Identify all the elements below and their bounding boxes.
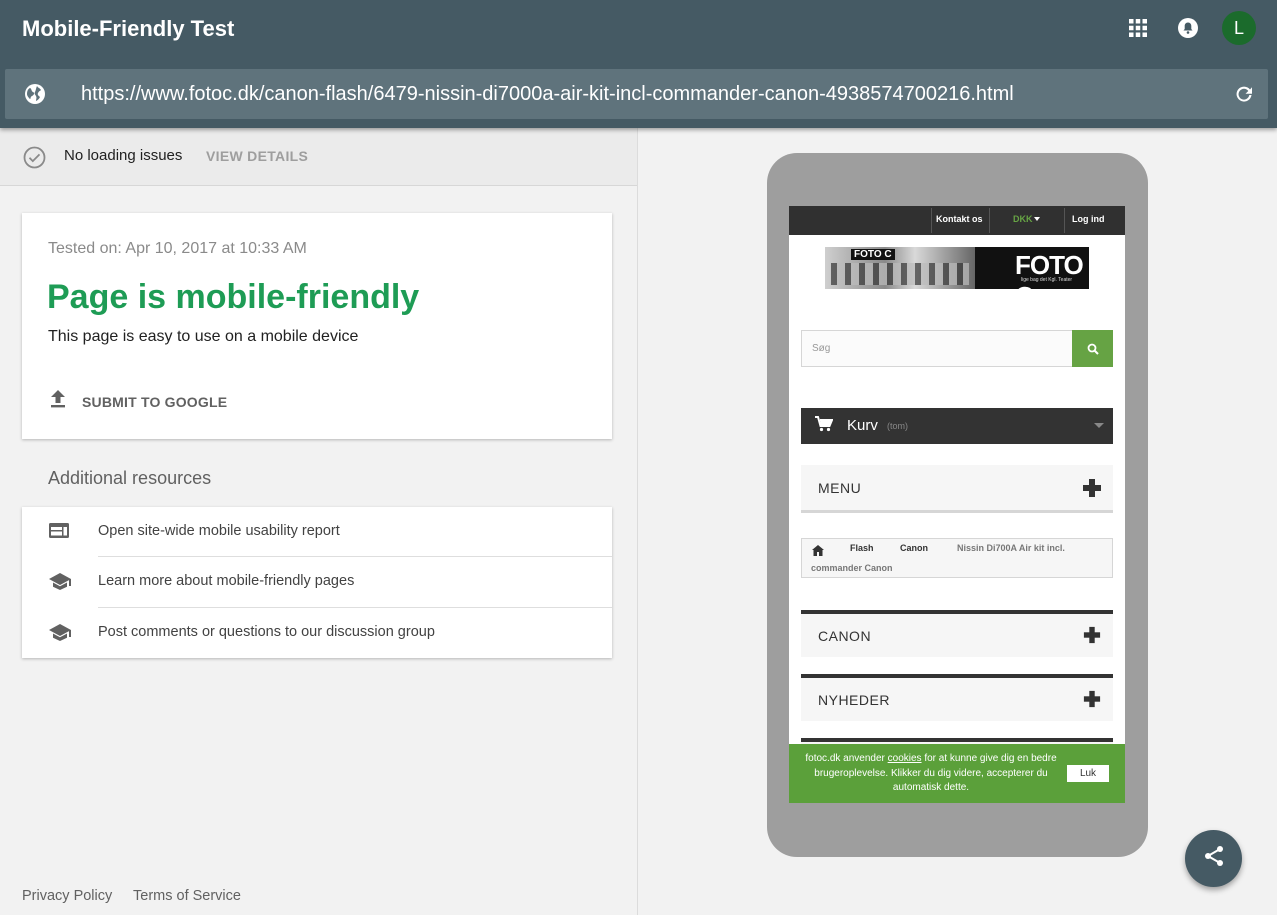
app-title: Mobile-Friendly Test: [22, 16, 235, 41]
plus-icon: [1083, 690, 1101, 708]
school-icon: [48, 571, 72, 596]
resource-label: Learn more about mobile-friendly pages: [98, 573, 355, 589]
preview-contact-link: Kontakt os: [936, 214, 983, 224]
share-icon: [1202, 844, 1226, 873]
resource-item-learn-more[interactable]: Learn more about mobile-friendly pages: [22, 557, 612, 607]
view-details-button[interactable]: VIEW DETAILS: [206, 148, 308, 164]
mobile-preview-screen: Kontakt os DKK Log ind FOTO C FOTO C lig…: [789, 206, 1125, 803]
preview-search-button: [1072, 330, 1113, 367]
block-label: CANON: [818, 628, 872, 644]
logo-small-text: FOTO C: [851, 249, 895, 260]
divider: [1064, 208, 1065, 233]
breadcrumb-item: Canon: [900, 543, 928, 553]
tested-url[interactable]: https://www.fotoc.dk/canon-flash/6479-ni…: [81, 81, 1014, 107]
preview-menu-block: MENU: [801, 465, 1113, 513]
logo-photo: [825, 247, 975, 289]
block-label: NYHEDER: [818, 692, 890, 708]
divider: [989, 208, 990, 233]
submit-to-google-button[interactable]: SUBMIT TO GOOGLE: [48, 388, 227, 415]
search-placeholder: Søg: [812, 343, 831, 354]
preview-currency: DKK: [1013, 214, 1033, 224]
tested-on-date: Tested on: Apr 10, 2017 at 10:33 AM: [48, 240, 307, 257]
home-icon: [812, 543, 824, 561]
logo-big-text: FOTO C: [1015, 250, 1084, 289]
verdict-description: This page is easy to use on a mobile dev…: [48, 328, 359, 345]
submit-to-google-label: SUBMIT TO GOOGLE: [82, 393, 228, 410]
resource-item-usability-report[interactable]: Open site-wide mobile usability report: [22, 507, 612, 557]
preview-canon-block: CANON: [801, 610, 1113, 657]
notifications-bell-icon[interactable]: [1174, 14, 1202, 42]
cart-label: Kurv: [847, 417, 878, 434]
shopping-cart-icon: [815, 416, 834, 437]
cart-state: (tom): [887, 421, 908, 431]
check-circle-icon: [23, 146, 46, 174]
user-avatar[interactable]: L: [1222, 11, 1256, 45]
preview-breadcrumb: Flash Canon Nissin Di700A Air kit incl. …: [801, 538, 1113, 578]
privacy-policy-link[interactable]: Privacy Policy: [22, 888, 112, 904]
preview-cart-bar: Kurv (tom): [801, 408, 1113, 444]
resources-list: Open site-wide mobile usability report L…: [22, 507, 612, 658]
share-button[interactable]: [1185, 830, 1242, 887]
resource-item-discussion-group[interactable]: Post comments or questions to our discus…: [22, 608, 612, 658]
upload-icon: [48, 388, 68, 415]
preview-site-logo: FOTO C FOTO C lige bag det Kgl. Teater: [825, 247, 1089, 289]
divider: [931, 208, 932, 233]
preview-nyheder-block: NYHEDER: [801, 674, 1113, 721]
plus-icon: [1083, 479, 1101, 497]
search-icon: [1087, 343, 1099, 355]
reload-icon[interactable]: [1232, 82, 1256, 111]
apps-grid-icon[interactable]: [1124, 14, 1152, 42]
additional-resources-title: Additional resources: [48, 468, 212, 488]
loading-status-text: No loading issues: [64, 147, 183, 164]
loading-status-row: No loading issues VIEW DETAILS: [0, 128, 637, 186]
plus-icon: [1083, 626, 1101, 644]
logo-tagline: lige bag det Kgl. Teater: [1021, 277, 1073, 283]
menu-label: MENU: [818, 480, 862, 496]
resource-label: Post comments or questions to our discus…: [98, 624, 435, 640]
school-icon: [48, 622, 72, 647]
cookie-link: cookies: [887, 753, 922, 764]
preview-login-link: Log ind: [1072, 214, 1105, 224]
preview-cookie-banner: fotoc.dk anvender cookies for at kunne g…: [789, 744, 1125, 803]
breadcrumb-current: Nissin Di700A Air kit incl.: [957, 543, 1065, 553]
breadcrumb-item: Flash: [850, 543, 874, 553]
caret-down-icon: [1034, 217, 1040, 221]
verdict-heading: Page is mobile-friendly: [47, 278, 420, 316]
web-report-icon: [48, 521, 70, 546]
cookie-text: fotoc.dk anvender cookies for at kunne g…: [805, 753, 1057, 793]
result-card: Tested on: Apr 10, 2017 at 10:33 AM Page…: [22, 213, 612, 439]
app-bar: Mobile-Friendly Test L https://www.fotoc…: [0, 0, 1277, 128]
results-panel: No loading issues VIEW DETAILS Tested on…: [0, 128, 638, 915]
url-bar[interactable]: https://www.fotoc.dk/canon-flash/6479-ni…: [5, 69, 1268, 119]
caret-down-icon: [1094, 423, 1104, 428]
cookie-close-button: Luk: [1067, 765, 1109, 782]
globe-icon: [23, 82, 47, 111]
breadcrumb-current-line2: commander Canon: [811, 563, 893, 573]
preview-top-bar: Kontakt os DKK Log ind: [789, 206, 1125, 235]
terms-of-service-link[interactable]: Terms of Service: [133, 888, 241, 904]
preview-search-input: Søg: [801, 330, 1073, 367]
resource-label: Open site-wide mobile usability report: [98, 523, 340, 539]
